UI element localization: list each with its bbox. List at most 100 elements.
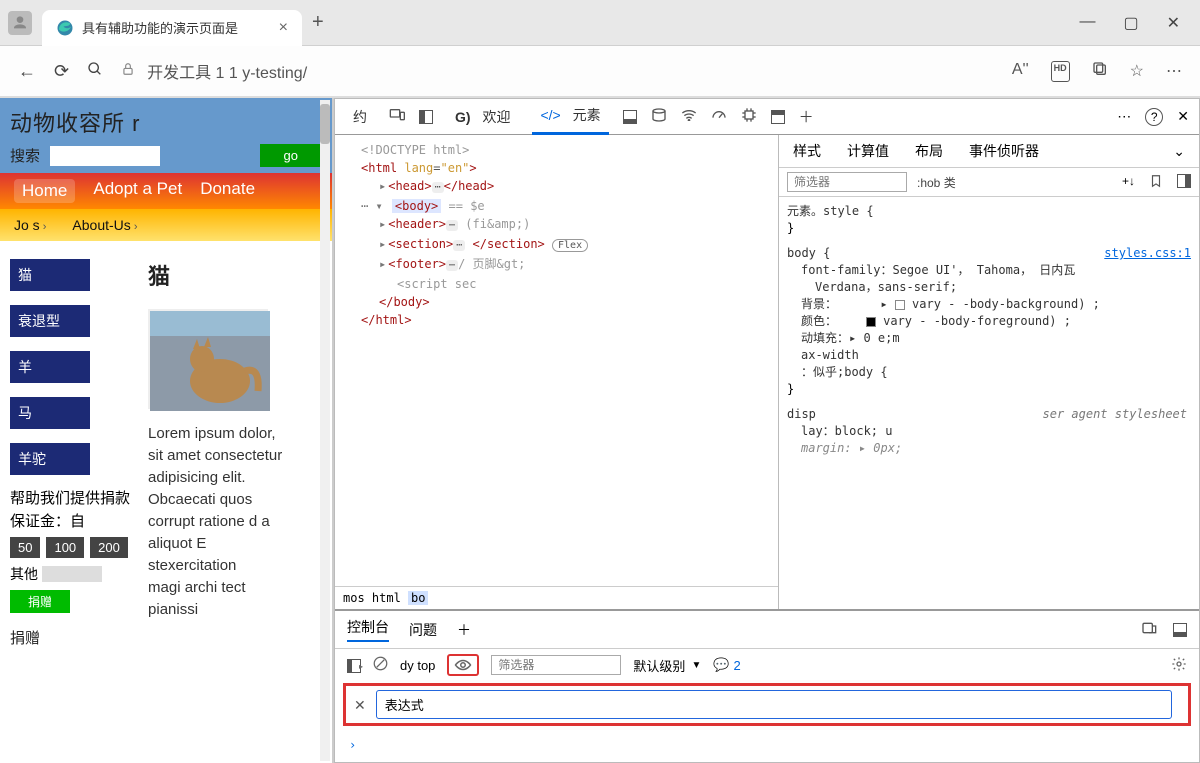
new-tab-button[interactable]: + bbox=[312, 11, 324, 34]
browser-menu-icon[interactable]: ⋯ bbox=[1166, 61, 1182, 82]
css-prop[interactable]: font-family：Segoe UI'， Tahoma， 日内瓦 bbox=[787, 262, 1191, 279]
tab-elements[interactable]: </> 元素 bbox=[532, 99, 608, 135]
devtools-help-icon[interactable]: ? bbox=[1145, 108, 1163, 126]
message-count[interactable]: 💬2 bbox=[713, 657, 740, 673]
dom-node-body[interactable]: ⋯ ▾ <body> == $e bbox=[343, 197, 770, 215]
dom-node[interactable]: ▸<footer>⋯/ 页脚&gt; bbox=[343, 255, 770, 275]
window-minimize-button[interactable]: — bbox=[1079, 13, 1095, 33]
css-source-link[interactable]: styles.css:1 bbox=[1104, 245, 1191, 262]
page-scrollbar[interactable] bbox=[320, 100, 330, 761]
drawer-add-tab-icon[interactable]: ＋ bbox=[457, 620, 471, 640]
live-expression-close-icon[interactable]: ✕ bbox=[354, 697, 366, 713]
console-panel-icon[interactable] bbox=[623, 108, 637, 125]
donation-200[interactable]: 200 bbox=[90, 537, 128, 558]
live-expression-input[interactable]: 表达式 bbox=[376, 690, 1172, 719]
drawer-popout-icon[interactable] bbox=[1141, 621, 1157, 638]
dom-node[interactable]: <script sec bbox=[343, 275, 770, 293]
dom-node[interactable]: ▸<section>⋯ </section> Flex bbox=[343, 235, 770, 255]
tab-welcome[interactable]: G) 欢迎 bbox=[447, 99, 518, 135]
style-bookmark-icon[interactable] bbox=[1149, 174, 1163, 191]
rule-body[interactable]: body { bbox=[787, 246, 830, 260]
dom-node[interactable]: </html> bbox=[343, 311, 770, 329]
log-level-select[interactable]: 默认级别 ▼ bbox=[633, 656, 701, 675]
tab-listeners[interactable]: 事件侦听器 bbox=[969, 141, 1039, 161]
tab-about[interactable]: 约 bbox=[345, 99, 375, 135]
cat-button[interactable]: 羊 bbox=[10, 351, 90, 383]
read-aloud-icon[interactable]: A'' bbox=[1012, 61, 1029, 82]
hd-icon[interactable]: HD bbox=[1051, 61, 1070, 82]
dom-breadcrumb[interactable]: mos html bo bbox=[335, 586, 778, 609]
window-close-button[interactable]: ✕ bbox=[1167, 13, 1180, 33]
profile-icon[interactable] bbox=[8, 11, 32, 35]
nav-donate[interactable]: Donate bbox=[200, 179, 255, 203]
devtools-close-icon[interactable]: ✕ bbox=[1177, 108, 1189, 125]
go-button[interactable]: go bbox=[260, 144, 322, 167]
drawer-dock-icon[interactable] bbox=[1173, 621, 1187, 638]
tab-issues[interactable]: 问题 bbox=[409, 620, 437, 640]
dom-node[interactable]: <!DOCTYPE html> bbox=[343, 141, 770, 159]
dom-tree[interactable]: <!DOCTYPE html> <html lang="en"> ▸<head>… bbox=[335, 135, 778, 586]
back-button[interactable]: ← bbox=[18, 61, 36, 82]
new-style-icon[interactable]: +↓ bbox=[1122, 174, 1135, 191]
console-prompt[interactable]: › bbox=[335, 728, 1199, 762]
rule-disp[interactable]: disp bbox=[787, 407, 816, 421]
refresh-button[interactable]: ⟳ bbox=[54, 61, 69, 82]
dom-node[interactable]: <html lang="en"> bbox=[343, 159, 770, 177]
favorite-icon[interactable]: ☆ bbox=[1130, 61, 1144, 82]
window-maximize-button[interactable]: ▢ bbox=[1123, 13, 1138, 33]
cat-button[interactable]: 羊驼 bbox=[10, 443, 90, 475]
cat-button[interactable]: 马 bbox=[10, 397, 90, 429]
tab-console[interactable]: 控制台 bbox=[347, 617, 389, 642]
donation-50[interactable]: 50 bbox=[10, 537, 40, 558]
search-button-icon[interactable] bbox=[87, 61, 103, 82]
donate-button[interactable]: 捐赠 bbox=[10, 590, 70, 613]
styles-filter-input[interactable] bbox=[787, 172, 907, 192]
styles-dropdown-icon[interactable]: ⌄ bbox=[1173, 143, 1185, 160]
tab-layout[interactable]: 布局 bbox=[915, 141, 943, 161]
application-icon[interactable] bbox=[771, 108, 785, 125]
other-input[interactable] bbox=[42, 566, 102, 582]
donation-100[interactable]: 100 bbox=[46, 537, 84, 558]
device-emulation-icon[interactable] bbox=[389, 108, 405, 126]
subnav-about[interactable]: About-Us bbox=[72, 217, 137, 233]
cat-button[interactable]: 猫 bbox=[10, 259, 90, 291]
clear-console-icon[interactable] bbox=[373, 656, 388, 674]
cat-button[interactable]: 衰退型 bbox=[10, 305, 90, 337]
performance-icon[interactable] bbox=[711, 108, 727, 126]
style-rules[interactable]: 元素。style { } styles.css:1body { font-fam… bbox=[779, 197, 1199, 609]
nav-adopt[interactable]: Adopt a Pet bbox=[93, 179, 182, 203]
css-prop[interactable]: Verdana，sans-serif; bbox=[787, 279, 1191, 296]
console-settings-icon[interactable] bbox=[1171, 656, 1187, 675]
css-prop[interactable]: 背景： ▸ vary - -body-background) ; bbox=[787, 296, 1191, 313]
console-context[interactable]: dy top bbox=[400, 658, 435, 673]
console-filter-input[interactable] bbox=[491, 655, 621, 675]
css-prop[interactable]: ：似乎;body { bbox=[787, 364, 1191, 381]
css-prop[interactable]: 颜色： vary - -body-foreground) ; bbox=[787, 313, 1191, 330]
sources-icon[interactable] bbox=[651, 107, 667, 127]
flex-badge[interactable]: Flex bbox=[552, 239, 588, 252]
css-prop[interactable]: 动填充：▸ 0 e;m bbox=[787, 330, 1191, 347]
network-icon[interactable] bbox=[681, 108, 697, 125]
tab-close-icon[interactable]: × bbox=[279, 19, 288, 37]
dom-node[interactable]: ▸<head>⋯</head> bbox=[343, 177, 770, 197]
dock-icon[interactable] bbox=[419, 108, 433, 125]
nav-home[interactable]: Home bbox=[14, 179, 75, 203]
more-tools-icon[interactable]: ＋ bbox=[799, 106, 814, 127]
rule-element-style[interactable]: 元素。style { bbox=[787, 203, 1191, 220]
search-input[interactable] bbox=[50, 146, 160, 166]
tab-computed[interactable]: 计算值 bbox=[847, 141, 889, 161]
browser-tab[interactable]: 具有辅助功能的演示页面是 × bbox=[42, 10, 302, 46]
subnav-jos[interactable]: Jo s bbox=[14, 217, 46, 233]
console-sidebar-icon[interactable]: ▸ bbox=[347, 657, 361, 673]
devtools-more-icon[interactable]: ⋯ bbox=[1117, 108, 1131, 125]
css-prop[interactable]: margin: ▸ 0px; bbox=[787, 440, 1191, 457]
dom-node[interactable]: </body> bbox=[343, 293, 770, 311]
live-expression-button[interactable] bbox=[447, 654, 479, 676]
css-prop[interactable]: lay：block; u bbox=[787, 423, 1191, 440]
collections-icon[interactable] bbox=[1092, 61, 1108, 82]
memory-icon[interactable] bbox=[741, 107, 757, 127]
tab-styles[interactable]: 样式 bbox=[793, 141, 821, 161]
hov-toggle[interactable]: :hob 类 bbox=[917, 174, 956, 191]
css-prop[interactable]: ax-width bbox=[787, 347, 1191, 364]
style-panel-icon[interactable] bbox=[1177, 174, 1191, 191]
